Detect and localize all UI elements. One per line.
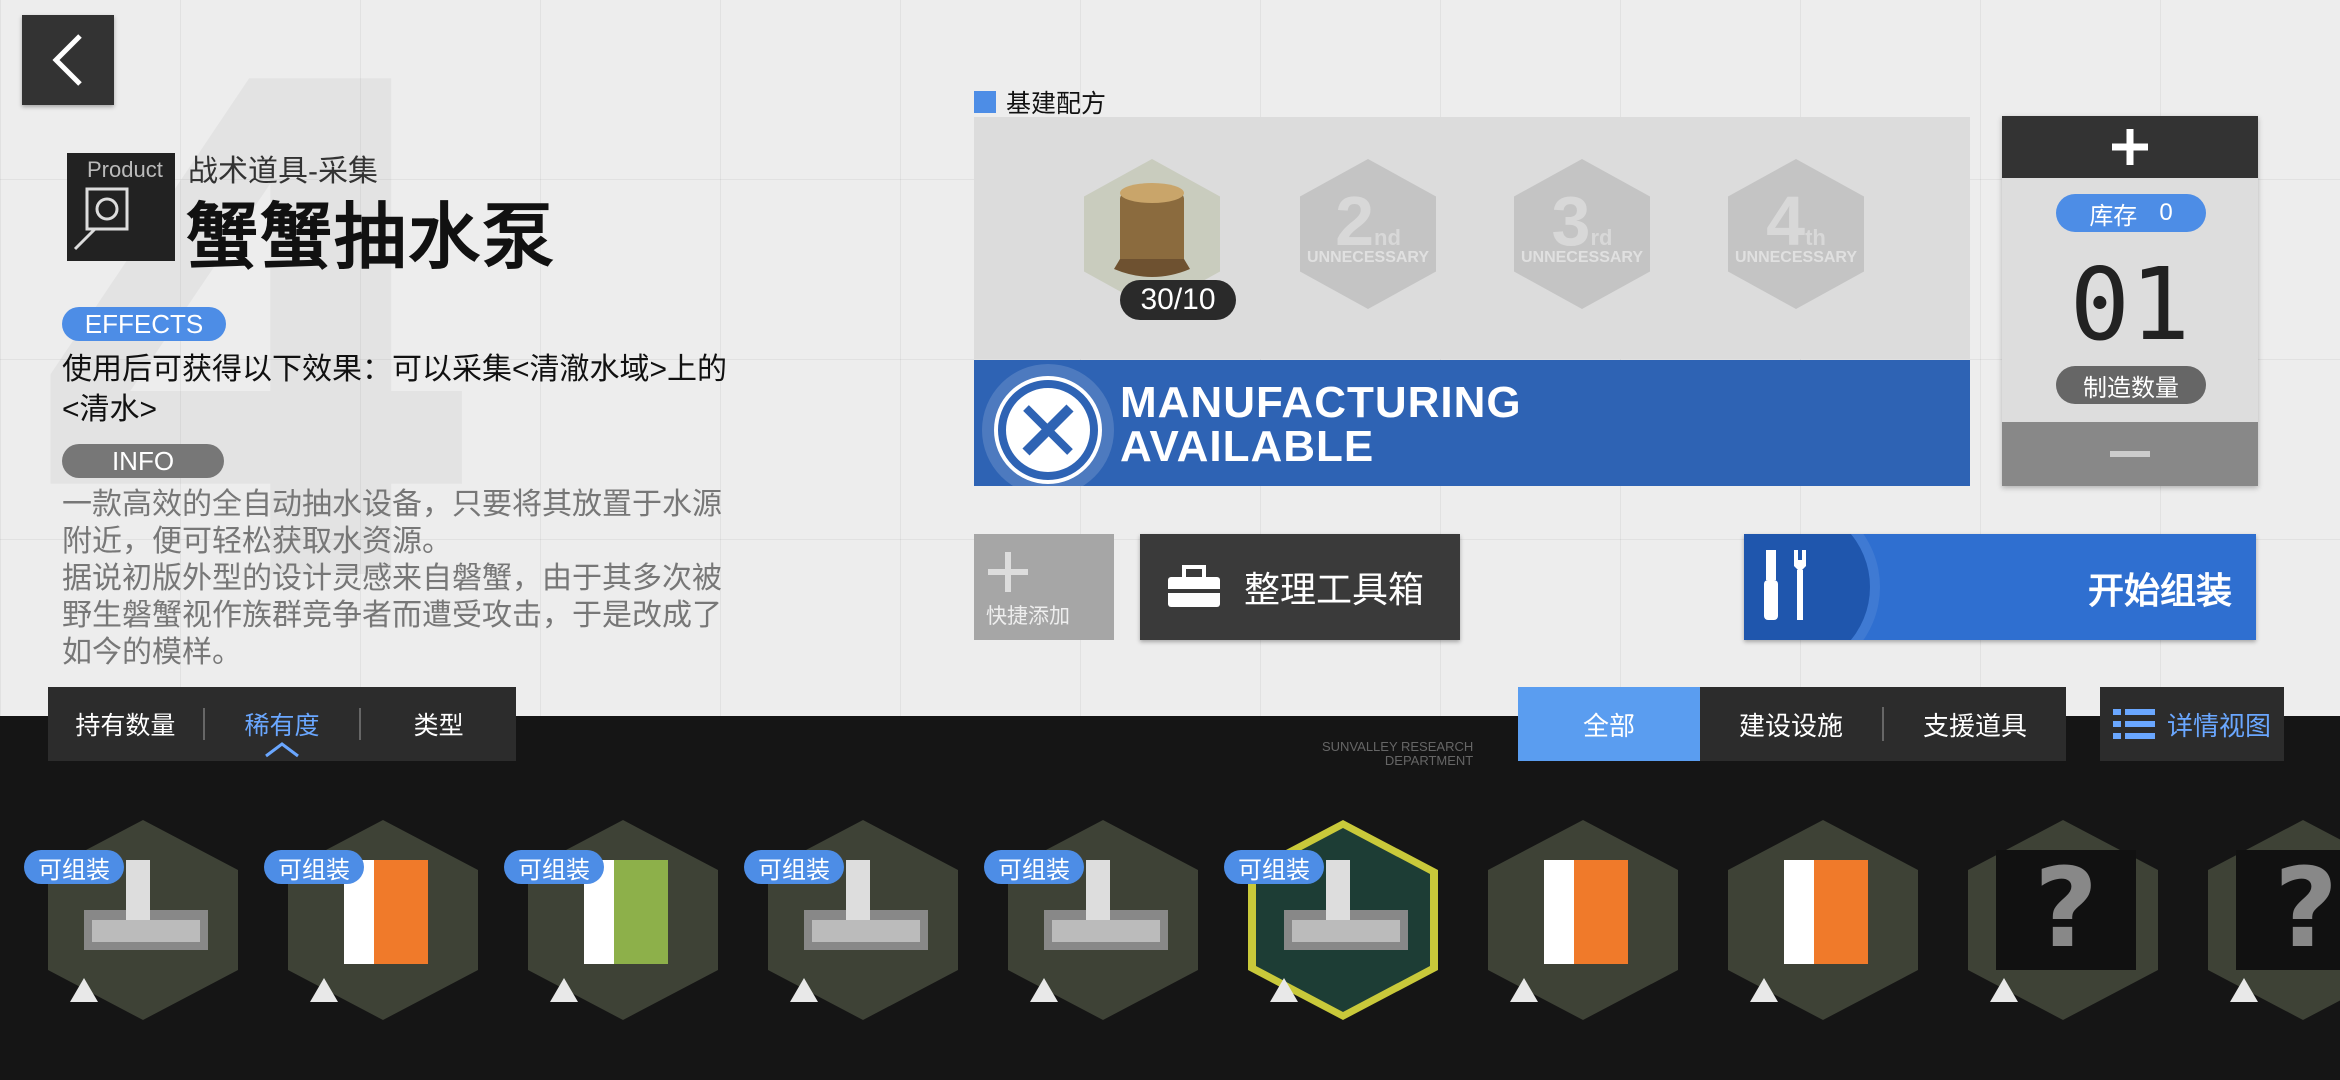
item-icon [1516, 850, 1656, 970]
item-card[interactable]: 可组装 [24, 820, 248, 1020]
quick-add-button[interactable]: 快捷添加 [974, 534, 1114, 640]
organize-toolbox-button[interactable]: 整理工具箱 [1140, 534, 1460, 640]
rarity-triangle-icon [310, 978, 338, 1002]
info-line: 如今的模样。 [62, 636, 242, 669]
square-icon [974, 91, 996, 113]
detail-view-button[interactable]: 详情视图 [2100, 687, 2284, 761]
assemblable-tag: 可组装 [264, 850, 364, 884]
assemblable-tag: 可组装 [24, 850, 124, 884]
department-line-2: DEPARTMENT [1384, 753, 1474, 768]
rarity-triangle-icon [1750, 978, 1778, 1002]
rarity-triangle-icon [1270, 978, 1298, 1002]
item-card[interactable]: 可组装 [984, 820, 1208, 1020]
item-card[interactable]: ? [2198, 820, 2340, 1020]
assemblable-tag: 可组装 [744, 850, 844, 884]
craft-count: 01 [2069, 246, 2191, 363]
info-label: INFO [62, 444, 224, 478]
item-card[interactable]: 可组装 [744, 820, 968, 1020]
tab-all[interactable]: 全部 [1518, 687, 1700, 761]
sort-type[interactable]: 类型 [361, 706, 516, 742]
material-note: UNNECESSARY [1520, 249, 1644, 266]
sort-rarity[interactable]: 稀有度 [205, 706, 360, 758]
rarity-triangle-icon [70, 978, 98, 1002]
item-card[interactable] [1718, 820, 1928, 1020]
rarity-triangle-icon [1030, 978, 1058, 1002]
product-icon [73, 187, 129, 251]
material-quantity: 30/10 [1120, 280, 1236, 320]
info-line: 据说初版外型的设计灵感来自磐蟹，由于其多次被 [62, 562, 722, 595]
back-button[interactable] [22, 15, 114, 105]
plus-icon [2112, 129, 2148, 165]
filter-tabs: 全部 建设设施 支援道具 [1518, 687, 2066, 761]
assemblable-tag: 可组装 [1224, 850, 1324, 884]
info-line: 附近，便可轻松获取水资源。 [62, 525, 452, 558]
toolbox-label: 整理工具箱 [1244, 569, 1425, 610]
assemblable-tag: 可组装 [504, 850, 604, 884]
product-thumbnail: Product [67, 153, 175, 261]
increase-button[interactable] [2002, 116, 2258, 178]
stock-badge: 库存 0 [2056, 194, 2206, 232]
item-card[interactable]: 可组装 [504, 820, 728, 1020]
rarity-triangle-icon [1990, 978, 2018, 1002]
wrench-screwdriver-icon [994, 376, 1102, 484]
info-line: 野生磐蟹视作族群竞争者而遭受攻击，于是改成了 [62, 599, 722, 632]
stock-label: 库存 [2089, 202, 2138, 230]
manufacturing-status-banner: MANUFACTURING AVAILABLE [974, 360, 1970, 486]
item-card[interactable]: ? [1958, 820, 2168, 1020]
material-note: UNNECESSARY [1306, 249, 1430, 266]
svg-text:?: ? [2034, 850, 2098, 970]
chevron-up-icon [265, 742, 299, 758]
recipe-label: 基建配方 [974, 84, 1106, 120]
sort-owned[interactable]: 持有数量 [48, 706, 203, 742]
tab-support[interactable]: 支援道具 [1884, 706, 2066, 743]
screwdriver-wrench-icon [1764, 550, 1806, 620]
material-note: UNNECESSARY [1734, 249, 1858, 266]
effects-label: EFFECTS [62, 307, 226, 341]
info-line: 一款高效的全自动抽水设备，只要将其放置于水源 [62, 488, 722, 521]
item-name: 蟹蟹抽水泵 [186, 198, 557, 278]
material-slot-4: 4th UNNECESSARY [1728, 159, 1864, 309]
toolbox-icon [1168, 565, 1220, 607]
sort-rarity-label: 稀有度 [244, 712, 320, 740]
sort-bar: 持有数量 稀有度 类型 [48, 687, 516, 761]
status-line-1: MANUFACTURING [1120, 378, 1522, 427]
item-icon [1756, 850, 1896, 970]
minus-icon [2110, 451, 2150, 457]
chevron-left-icon [52, 34, 82, 86]
detail-view-label: 详情视图 [2166, 710, 2271, 741]
start-assembly-label: 开始组装 [2087, 570, 2232, 611]
info-description: 一款高效的全自动抽水设备，只要将其放置于水源 附近，便可轻松获取水资源。 据说初… [62, 486, 742, 671]
svg-text:?: ? [2274, 850, 2338, 970]
rarity-triangle-icon [1510, 978, 1538, 1002]
effect-description: 使用后可获得以下效果：可以采集<清澈水域>上的<清水> [62, 353, 728, 426]
item-card[interactable]: 可组装 [264, 820, 488, 1020]
rarity-triangle-icon [550, 978, 578, 1002]
item-card[interactable] [1478, 820, 1688, 1020]
item-card[interactable]: 可组装 [1224, 820, 1448, 1020]
material-slot-2: 2nd UNNECESSARY [1300, 159, 1436, 309]
department-label: SUNVALLEY RESEARCH DEPARTMENT [1322, 740, 1473, 768]
rarity-triangle-icon [790, 978, 818, 1002]
start-assembly-button[interactable]: 开始组装 [1744, 534, 2256, 640]
plus-icon [988, 552, 1028, 592]
rarity-triangle-icon [2230, 978, 2258, 1002]
status-line-2: AVAILABLE [1120, 422, 1375, 471]
recipe-label-text: 基建配方 [1006, 90, 1107, 118]
stock-value: 0 [2159, 199, 2173, 226]
department-line-1: SUNVALLEY RESEARCH [1322, 739, 1474, 754]
tab-build[interactable]: 建设设施 [1700, 706, 1882, 743]
unknown-item-icon: ? [1996, 844, 2136, 972]
quick-add-label: 快捷添加 [986, 605, 1070, 628]
craft-count-label: 制造数量 [2056, 366, 2206, 404]
assemblable-tag: 可组装 [984, 850, 1084, 884]
decrease-button[interactable] [2002, 422, 2258, 486]
quantity-counter: 库存 0 01 制造数量 [2002, 116, 2258, 486]
unknown-item-icon: ? [2236, 844, 2340, 972]
list-icon [2112, 709, 2155, 739]
material-slot-3: 3rd UNNECESSARY [1514, 159, 1650, 309]
recipe-panel: 2nd UNNECESSARY 3rd UNNECESSARY 4th UNNE… [974, 117, 1970, 359]
